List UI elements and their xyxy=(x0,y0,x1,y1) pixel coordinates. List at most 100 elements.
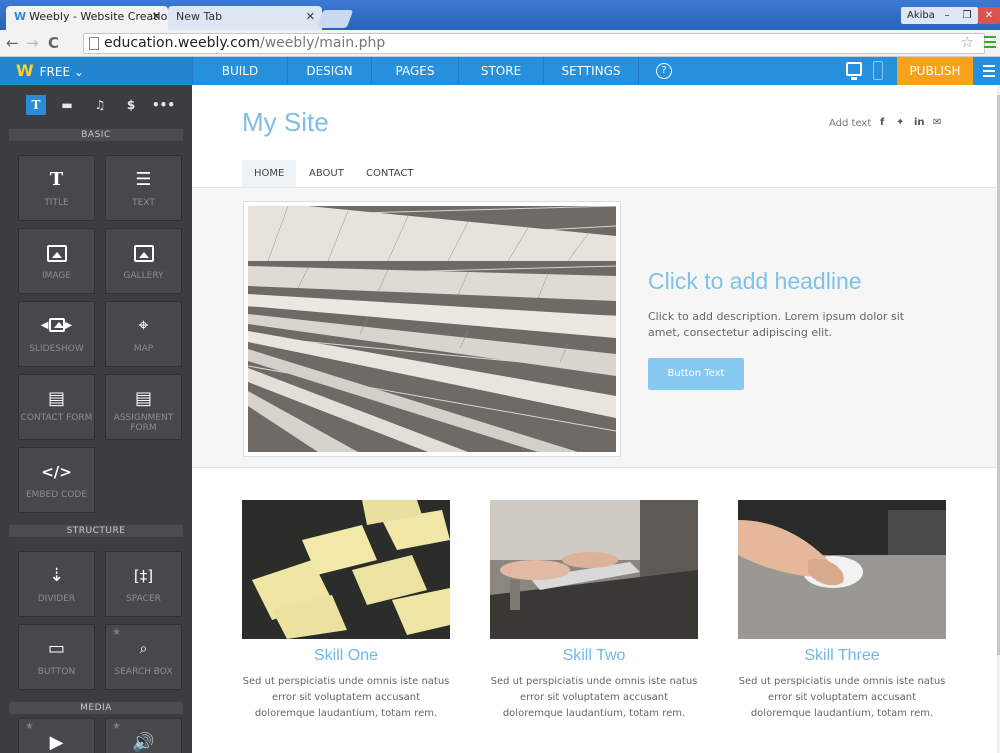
element-title[interactable]: T TITLE xyxy=(18,155,95,221)
element-slideshow[interactable]: ◀ ▶ SLIDESHOW xyxy=(18,301,95,367)
skill-card: Skill Three Sed ut perspiciatis unde omn… xyxy=(738,500,946,722)
search-icon: ⌕ xyxy=(139,641,148,657)
tab-new-tab[interactable]: New Tab ✕ xyxy=(168,6,322,30)
skill-title[interactable]: Skill Three xyxy=(738,647,946,665)
skill-image[interactable] xyxy=(490,500,698,639)
more-elements-icon[interactable]: ••• xyxy=(152,95,175,115)
hero-photo xyxy=(248,206,616,452)
reload-icon[interactable]: C xyxy=(48,33,59,53)
forward-icon[interactable]: → xyxy=(26,33,39,53)
element-label: CONTACT FORM xyxy=(20,413,93,423)
media-elements-icon[interactable]: ♫ xyxy=(90,95,110,115)
element-map[interactable]: ⌖ MAP xyxy=(105,301,182,367)
browser-tab-bar: W Weebly - Website Creatio ✕ New Tab ✕ Ak… xyxy=(0,0,1000,30)
browser-menu-icon[interactable] xyxy=(984,36,996,48)
bookmark-star-icon[interactable]: ☆ xyxy=(961,33,974,51)
audio-icon: 🔊 xyxy=(132,732,155,753)
close-icon[interactable]: ✕ xyxy=(306,6,315,28)
facebook-icon[interactable]: f xyxy=(880,117,884,128)
nav-contact[interactable]: CONTACT xyxy=(354,160,425,187)
spacer-icon: [‡] xyxy=(133,567,154,585)
skill-text[interactable]: Sed ut perspiciatis unde omnis iste natu… xyxy=(242,674,450,722)
element-label: IMAGE xyxy=(41,271,72,281)
element-video[interactable]: ★ ▶ xyxy=(18,718,95,753)
text-elements-icon[interactable]: T xyxy=(26,95,46,115)
skill-title[interactable]: Skill One xyxy=(242,647,450,665)
help-icon[interactable]: ? xyxy=(656,63,672,79)
element-audio[interactable]: ★ 🔊 xyxy=(105,718,182,753)
skill-image[interactable] xyxy=(242,500,450,639)
hero-headline[interactable]: Click to add headline xyxy=(648,268,862,295)
element-divider[interactable]: ⇣ DIVIDER xyxy=(18,551,95,617)
tab-pages[interactable]: PAGES xyxy=(371,57,458,85)
tab-weebly[interactable]: W Weebly - Website Creatio ✕ xyxy=(6,6,168,30)
video-icon: ▶ xyxy=(49,732,64,753)
hero-button[interactable]: Button Text xyxy=(648,358,744,390)
tab-design[interactable]: DESIGN xyxy=(287,57,371,85)
plan-dropdown[interactable]: W FREE ⌄ xyxy=(0,57,192,85)
premium-star-icon: ★ xyxy=(112,721,121,732)
skill-image[interactable] xyxy=(738,500,946,639)
element-text[interactable]: ☰ TEXT xyxy=(105,155,182,221)
element-contact-form[interactable]: ▤ CONTACT FORM xyxy=(18,374,95,440)
hero-description[interactable]: Click to add description. Lorem ipsum do… xyxy=(648,309,938,341)
close-icon[interactable]: ✕ xyxy=(152,6,161,28)
gallery-icon xyxy=(106,241,181,265)
element-embed-code[interactable]: </> EMBED CODE xyxy=(18,447,95,513)
skill-card: Skill Two Sed ut perspiciatis unde omnis… xyxy=(490,500,698,722)
hero-image[interactable] xyxy=(243,201,621,457)
premium-star-icon: ★ xyxy=(112,627,121,638)
publish-button[interactable]: PUBLISH xyxy=(897,57,973,85)
skill-title[interactable]: Skill Two xyxy=(490,647,698,665)
weebly-logo-icon: W xyxy=(16,61,34,80)
twitter-icon[interactable]: ✦ xyxy=(896,117,904,128)
tab-settings[interactable]: SETTINGS xyxy=(543,57,639,85)
tab-store[interactable]: STORE xyxy=(458,57,543,85)
address-bar: ← → C education.weebly.com/weebly/main.p… xyxy=(0,30,1000,57)
chevron-down-icon: ⌄ xyxy=(73,65,84,79)
image-icon xyxy=(19,241,94,265)
element-sidebar: T ▬ ♫ $ ••• BASIC T TITLE ☰ TEXT IMAGE G… xyxy=(0,85,192,753)
element-spacer[interactable]: [‡] SPACER xyxy=(105,551,182,617)
tab-build[interactable]: BUILD xyxy=(192,57,287,85)
section-structure: STRUCTURE xyxy=(9,525,183,537)
element-gallery[interactable]: GALLERY xyxy=(105,228,182,294)
element-label: SLIDESHOW xyxy=(29,344,84,354)
premium-star-icon: ★ xyxy=(25,721,34,732)
element-label: DIVIDER xyxy=(37,594,76,604)
divider-icon: ⇣ xyxy=(48,565,65,586)
element-label: TEXT xyxy=(132,198,155,208)
text-icon: ☰ xyxy=(135,169,152,190)
skill-text[interactable]: Sed ut perspiciatis unde omnis iste natu… xyxy=(490,674,698,722)
mobile-view-icon[interactable] xyxy=(873,61,883,80)
url-path: /weebly/main.php xyxy=(260,35,386,51)
mail-icon[interactable]: ✉ xyxy=(933,117,941,128)
skill-card: Skill One Sed ut perspiciatis unde omnis… xyxy=(242,500,450,722)
window-close-icon[interactable]: ✕ xyxy=(978,7,1000,24)
element-button[interactable]: ▭ BUTTON xyxy=(18,624,95,690)
nav-home[interactable]: HOME xyxy=(242,160,297,187)
header-add-text[interactable]: Add text xyxy=(829,118,871,129)
user-badge[interactable]: Akiba xyxy=(901,7,941,24)
new-tab-button[interactable] xyxy=(316,10,354,28)
layout-elements-icon[interactable]: ▬ xyxy=(57,95,77,115)
url-input[interactable]: education.weebly.com/weebly/main.php xyxy=(83,33,985,54)
element-search-box[interactable]: ★ ⌕ SEARCH BOX xyxy=(105,624,182,690)
skill-text[interactable]: Sed ut perspiciatis unde omnis iste natu… xyxy=(738,674,946,722)
tab-title: New Tab xyxy=(176,10,223,23)
nav-about[interactable]: ABOUT xyxy=(297,160,356,187)
desktop-view-icon[interactable] xyxy=(846,62,862,80)
commerce-elements-icon[interactable]: $ xyxy=(121,95,141,115)
linkedin-icon[interactable]: in xyxy=(914,117,925,128)
element-assignment-form[interactable]: ▤ ASSIGNMENT FORM xyxy=(105,374,182,440)
weebly-logo-icon: W xyxy=(14,10,27,23)
back-icon[interactable]: ← xyxy=(6,33,19,53)
minimize-icon[interactable]: – xyxy=(936,7,958,24)
element-image[interactable]: IMAGE xyxy=(18,228,95,294)
restore-icon[interactable]: ❐ xyxy=(956,7,978,24)
element-label: BUTTON xyxy=(37,667,76,677)
plan-label: FREE xyxy=(39,65,71,79)
site-title[interactable]: My Site xyxy=(242,107,329,138)
section-media: MEDIA xyxy=(9,702,183,714)
editor-menu-icon[interactable] xyxy=(983,65,995,77)
